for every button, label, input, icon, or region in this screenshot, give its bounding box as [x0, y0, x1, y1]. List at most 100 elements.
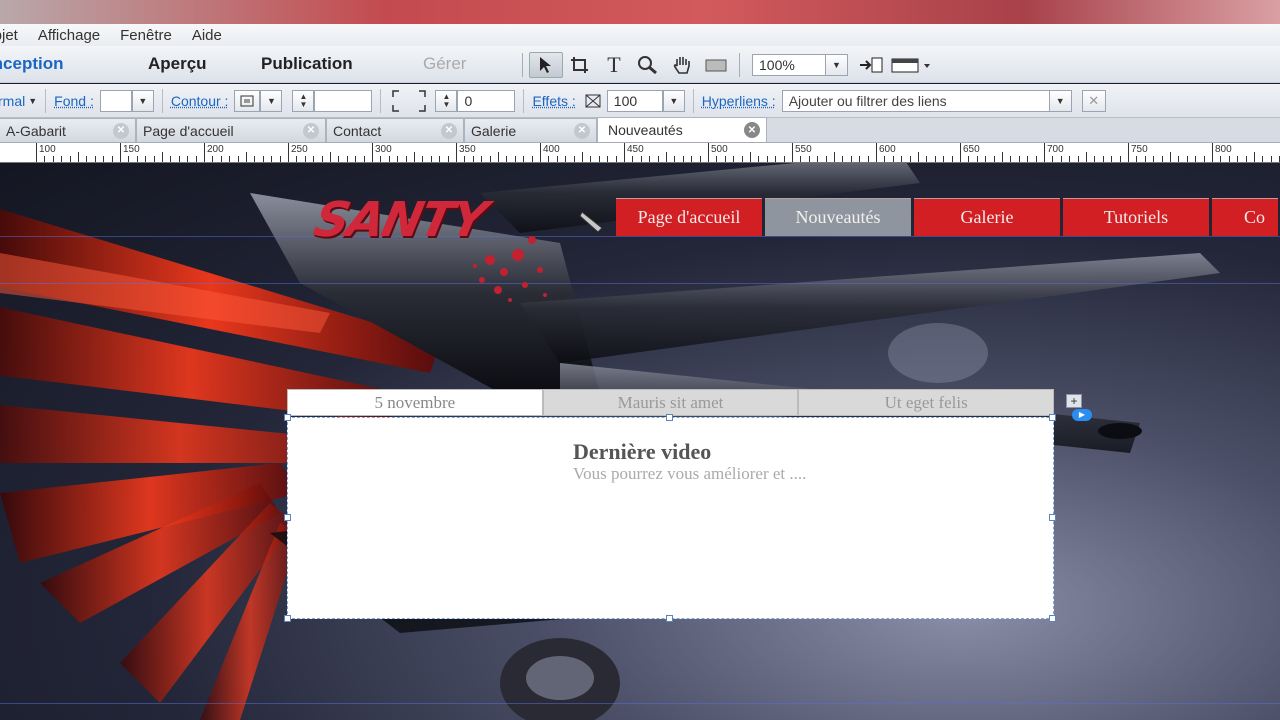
- opacity-field[interactable]: 100: [606, 89, 663, 112]
- ruler-minor-tick: [716, 156, 718, 162]
- text-tool-icon[interactable]: T: [597, 52, 631, 78]
- mode-conception-button[interactable]: Conception: [0, 54, 64, 74]
- fill-color-swatch[interactable]: [99, 89, 132, 112]
- chevron-down-icon[interactable]: ▼: [1048, 90, 1071, 111]
- ruler-minor-tick: [229, 156, 231, 162]
- ruler-major-tick: [204, 143, 205, 162]
- stroke-color-icon[interactable]: [234, 89, 261, 112]
- nav-nouveautes[interactable]: Nouveautés: [765, 198, 911, 236]
- ruler-major-tick: [372, 143, 373, 162]
- chevron-down-icon[interactable]: ▼: [825, 54, 847, 75]
- ruler-minor-tick: [943, 156, 945, 162]
- ruler-minor-tick: [1144, 156, 1146, 162]
- resize-handle[interactable]: [284, 514, 291, 521]
- nav-galerie[interactable]: Galerie: [914, 198, 1060, 236]
- widget-tab-2[interactable]: Mauris sit amet: [542, 389, 799, 416]
- ruler-minor-tick: [439, 156, 441, 162]
- zoom-select[interactable]: 100% ▼: [752, 53, 848, 76]
- menu-aide[interactable]: Aide: [192, 27, 222, 44]
- stroke-width-field[interactable]: [314, 89, 373, 112]
- nav-tutoriels[interactable]: Tutoriels: [1063, 198, 1209, 236]
- export-page-icon[interactable]: [854, 52, 888, 78]
- tab-nouveautes[interactable]: Nouveautés ✕: [597, 117, 767, 142]
- mode-gerer-button[interactable]: Gérer: [423, 54, 466, 74]
- corner-radius-value: 0: [464, 92, 473, 109]
- format-select[interactable]: rmal: [0, 93, 25, 109]
- radius-spinner-icon[interactable]: ▲ ▼: [435, 89, 458, 112]
- play-icon[interactable]: ▶: [1072, 409, 1092, 421]
- nav-page-accueil[interactable]: Page d'accueil: [616, 198, 762, 236]
- selection-tool-icon[interactable]: [529, 51, 563, 78]
- mode-apercu-button[interactable]: Aperçu: [148, 54, 207, 74]
- chevron-down-icon[interactable]: ▼: [260, 89, 283, 112]
- ruler-minor-tick: [338, 156, 340, 162]
- close-icon[interactable]: ✕: [303, 122, 319, 139]
- resize-handle[interactable]: [1049, 615, 1056, 622]
- widget-tab-1[interactable]: 5 novembre: [287, 389, 543, 416]
- clear-link-icon[interactable]: ✕: [1081, 89, 1106, 112]
- tab-label: A-Gabarit: [6, 122, 66, 139]
- ruler-minor-tick: [380, 156, 382, 162]
- ruler-minor-tick: [472, 156, 474, 162]
- corner-radius-field[interactable]: 0: [457, 89, 516, 112]
- fond-label[interactable]: Fond :: [54, 93, 94, 109]
- ruler-minor-tick: [388, 156, 390, 162]
- ruler-minor-tick: [808, 156, 810, 162]
- resize-handle[interactable]: [1049, 514, 1056, 521]
- ruler-major-tick: [120, 143, 121, 162]
- close-icon[interactable]: ✕: [574, 122, 590, 139]
- tab-contact[interactable]: Contact ✕: [326, 118, 464, 142]
- mode-publication-button[interactable]: Publication: [261, 54, 353, 74]
- ruler-label: 750: [1131, 144, 1148, 155]
- ruler-minor-tick: [279, 156, 281, 162]
- hand-tool-icon[interactable]: [665, 52, 699, 78]
- resize-handle[interactable]: [1049, 414, 1056, 421]
- corner-radius-icon[interactable]: [389, 88, 429, 114]
- zoom-tool-icon[interactable]: [631, 52, 665, 78]
- chevron-down-icon[interactable]: ▼: [28, 96, 37, 106]
- tab-galerie[interactable]: Galerie ✕: [464, 118, 597, 142]
- resize-handle[interactable]: [666, 414, 673, 421]
- ruler-minor-tick: [447, 156, 449, 162]
- menu-fenetre[interactable]: Fenêtre: [120, 27, 172, 44]
- stroke-spinner-icon[interactable]: ▲ ▼: [292, 89, 315, 112]
- widget-tab-3[interactable]: Ut eget felis: [798, 389, 1055, 416]
- crop-tool-icon[interactable]: [563, 52, 597, 78]
- effects-icon[interactable]: [582, 90, 604, 112]
- ruler-minor-tick: [1094, 156, 1096, 162]
- resize-handle[interactable]: [666, 615, 673, 622]
- add-tab-icon[interactable]: +: [1066, 394, 1082, 408]
- ruler-minor-tick: [422, 156, 424, 162]
- tab-page-accueil[interactable]: Page d'accueil ✕: [136, 118, 326, 142]
- close-icon[interactable]: ✕: [113, 122, 129, 139]
- ruler-minor-tick: [136, 156, 138, 162]
- ruler-minor-tick: [901, 156, 903, 162]
- hyperliens-label[interactable]: Hyperliens :: [702, 93, 776, 109]
- menu-objet[interactable]: Objet: [0, 27, 18, 44]
- menu-affichage[interactable]: Affichage: [38, 27, 100, 44]
- ruler-label: 150: [123, 144, 140, 155]
- ruler-minor-tick: [187, 156, 189, 162]
- ruler-label: 500: [711, 144, 728, 155]
- tabbed-panel-widget[interactable]: 5 novembre Mauris sit amet Ut eget felis…: [284, 389, 1056, 622]
- widget-content-panel[interactable]: Dernière video Vous pourrez vous amélior…: [287, 417, 1054, 619]
- ruler-minor-tick: [1102, 156, 1104, 162]
- resize-handle[interactable]: [284, 414, 291, 421]
- tab-label: Galerie: [471, 122, 517, 139]
- hyperlink-field[interactable]: Ajouter ou filtrer des liens ▼: [781, 89, 1072, 112]
- layout-view-icon[interactable]: [888, 52, 936, 78]
- tab-a-gabarit[interactable]: A-Gabarit ✕: [0, 118, 136, 142]
- chevron-down-icon[interactable]: ▼: [662, 89, 685, 112]
- rectangle-tool-icon[interactable]: [699, 52, 733, 78]
- ruler-minor-tick: [1119, 156, 1121, 162]
- close-icon[interactable]: ✕: [744, 122, 760, 138]
- effets-label[interactable]: Effets :: [532, 93, 575, 109]
- nav-contact[interactable]: Co: [1212, 198, 1278, 236]
- ruler-major-tick: [792, 143, 793, 162]
- ruler-minor-tick: [775, 156, 777, 162]
- chevron-down-icon[interactable]: ▼: [131, 89, 154, 112]
- resize-handle[interactable]: [284, 615, 291, 622]
- ruler-minor-tick: [1136, 156, 1138, 162]
- contour-label[interactable]: Contour :: [171, 93, 229, 109]
- close-icon[interactable]: ✕: [441, 122, 457, 139]
